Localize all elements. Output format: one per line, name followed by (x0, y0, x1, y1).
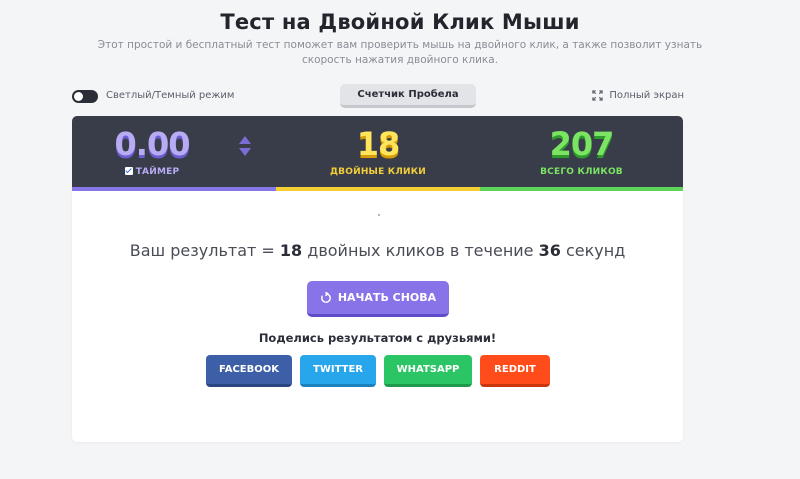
total-clicks-value: 207 (549, 125, 615, 163)
page-subtitle: Этот простой и бесплатный тест поможет в… (97, 39, 703, 66)
fullscreen-button[interactable]: Полный экран (592, 90, 684, 101)
page-title: Тест на Двойной Клик Мыши (220, 10, 580, 34)
share-reddit-button[interactable]: REDDIT (480, 355, 550, 387)
share-facebook-button[interactable]: FACEBOOK (206, 355, 292, 387)
restart-button[interactable]: НАЧАТЬ СНОВА (307, 281, 449, 317)
toolbar: Светлый/Темный режим Счетчик Пробела Пол… (72, 84, 684, 110)
result-seconds: 36 (538, 241, 561, 260)
share-whatsapp-button[interactable]: WHATSAPP (384, 355, 472, 387)
double-clicks-label: ДВОЙНЫЕ КЛИКИ (329, 167, 427, 177)
space-counter-button[interactable]: Счетчик Пробела (340, 84, 476, 108)
up-down-arrows-icon[interactable] (238, 135, 252, 157)
total-clicks-label: ВСЕГО КЛИКОВ (540, 167, 623, 177)
share-heading: Поделись результатом с друзьями! (258, 331, 497, 345)
result-prefix: Ваш результат = (129, 241, 280, 260)
result-summary: Ваш результат = 18 двойных кликов в тече… (72, 241, 683, 260)
result-card[interactable]: Ваш результат = 18 двойных кликов в тече… (72, 191, 683, 442)
timer-label-row: ТАЙМЕР (72, 167, 232, 177)
scoreboard: 0.00 ТАЙМЕР 18 ДВОЙНЫЕ КЛИКИ 207 ВСЕГО К… (72, 116, 683, 191)
theme-toggle[interactable] (72, 90, 98, 103)
double-clicks-value: 18 (356, 125, 401, 163)
expand-icon (592, 90, 603, 101)
theme-toggle-label[interactable]: Светлый/Темный режим (106, 90, 234, 101)
timer-checkbox[interactable] (124, 167, 133, 175)
timer-stat: 0.00 ТАЙМЕР (72, 116, 276, 191)
toggle-knob (74, 92, 83, 101)
refresh-icon (320, 291, 331, 303)
result-middle: двойных кликов в течение (302, 241, 539, 260)
result-double-clicks: 18 (279, 241, 303, 260)
fullscreen-label: Полный экран (609, 90, 684, 101)
result-suffix: секунд (560, 241, 626, 260)
double-clicks-stat: 18 ДВОЙНЫЕ КЛИКИ (276, 116, 480, 191)
total-clicks-stat: 207 ВСЕГО КЛИКОВ (480, 116, 683, 191)
click-area-dot (378, 214, 380, 216)
restart-label: НАЧАТЬ СНОВА (337, 291, 437, 304)
timer-value: 0.00 (114, 125, 191, 163)
share-twitter-button[interactable]: TWITTER (300, 355, 376, 387)
timer-label: ТАЙМЕР (135, 167, 180, 177)
